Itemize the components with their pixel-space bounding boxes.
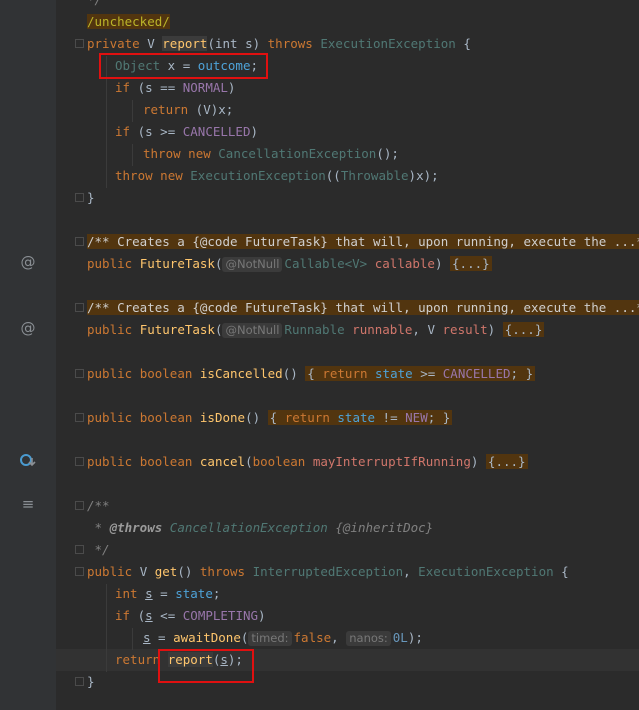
code-line: */ (75, 539, 110, 561)
code-line: if (s >= CANCELLED) (115, 124, 259, 139)
param-hint: timed: (248, 631, 292, 646)
code-line: public FutureTask(@NotNull Runnable runna… (87, 322, 545, 338)
folded-code-block[interactable]: {...} (485, 454, 528, 469)
code-line: s = awaitDone(timed: false, nanos: 0L); (143, 630, 423, 646)
code-line: throw new CancellationException(); (143, 146, 399, 161)
fold-marker[interactable] (75, 237, 84, 246)
code-line: public FutureTask(@NotNull Callable<V> ca… (87, 256, 492, 272)
folded-code-block[interactable]: {...} (502, 322, 545, 337)
fold-marker[interactable] (75, 501, 84, 510)
annotation-box (158, 649, 254, 683)
code-line: /** Creates a {@code FutureTask} that wi… (75, 231, 639, 253)
annotation-box (99, 53, 268, 79)
code-line: /unchecked/ (87, 14, 170, 29)
fold-marker[interactable] (75, 545, 84, 554)
param-hint: nanos: (346, 631, 391, 646)
code-line: if (s == NORMAL) (115, 80, 236, 95)
code-line: public V get() throws InterruptedExcepti… (75, 561, 569, 583)
override-at-icon[interactable]: @ (19, 319, 37, 337)
rendered-doc-icon[interactable]: ≡ (19, 495, 37, 513)
code-line: */ (87, 0, 102, 11)
code-line: /** Creates a {@code FutureTask} that wi… (75, 297, 639, 319)
code-line: * @throws CancellationException {@inheri… (87, 520, 434, 535)
code-line: int s = state; (115, 586, 221, 601)
code-line: } (75, 187, 95, 209)
editor-gutter (0, 0, 56, 710)
override-at-icon[interactable]: @ (19, 253, 37, 271)
implements-method-icon[interactable] (19, 452, 37, 470)
fold-marker[interactable] (75, 457, 84, 466)
code-line: public boolean cancel(boolean mayInterru… (75, 451, 528, 473)
code-line: } (75, 671, 95, 693)
code-line: public boolean isDone() { return state !… (75, 407, 453, 429)
fold-marker[interactable] (75, 567, 84, 576)
code-line: private V report(int s) throws Execution… (75, 33, 471, 55)
code-line: throw new ExecutionException((Throwable)… (115, 168, 439, 183)
folded-code-block[interactable]: {...} (450, 256, 492, 271)
code-line: /** (75, 495, 110, 517)
fold-marker[interactable] (75, 193, 84, 202)
fold-marker[interactable] (75, 677, 84, 686)
code-line: public boolean isCancelled() { return st… (75, 363, 536, 385)
fold-marker[interactable] (75, 413, 84, 422)
code-line: if (s <= COMPLETING) (115, 608, 266, 623)
fold-marker[interactable] (75, 39, 84, 48)
fold-marker[interactable] (75, 303, 84, 312)
param-hint: @NotNull (222, 257, 283, 272)
param-hint: @NotNull (222, 323, 283, 338)
fold-marker[interactable] (75, 369, 84, 378)
code-editor[interactable]: */ /unchecked/ private V report(int s) t… (56, 0, 639, 710)
code-line: return (V)x; (143, 102, 234, 117)
